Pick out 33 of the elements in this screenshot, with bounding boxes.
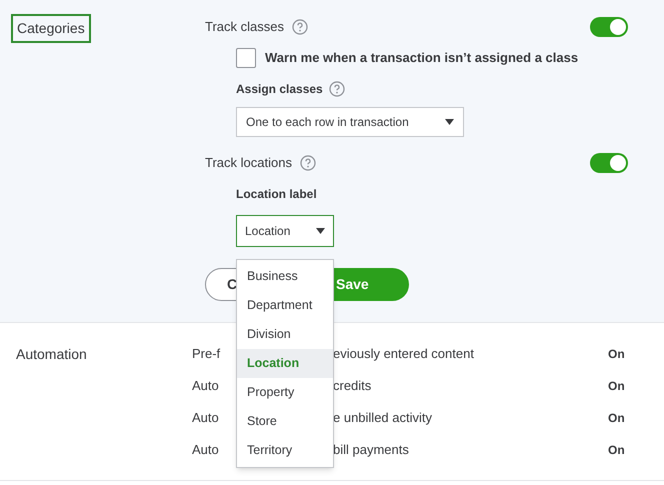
caret-icon: [445, 119, 454, 125]
setting-label: Auto: [192, 442, 219, 457]
dropdown-option[interactable]: Division: [237, 320, 333, 349]
toggle-switch[interactable]: [590, 153, 628, 173]
setting-label: eviously entered content: [333, 346, 474, 361]
setting-label: Auto: [192, 378, 219, 393]
checkbox[interactable]: [236, 48, 256, 68]
setting-label: credits: [333, 378, 372, 393]
section-title: Automation: [16, 346, 87, 362]
field-label: Assign classes: [236, 81, 323, 98]
toggle-switch[interactable]: [590, 17, 628, 37]
setting-label: Pre-f: [192, 346, 220, 361]
setting-label: Track classes: [205, 18, 284, 36]
assign-classes-dropdown[interactable]: One to each row in transaction: [236, 107, 464, 137]
dropdown-option[interactable]: Store: [237, 407, 333, 436]
setting-label: Auto: [192, 410, 219, 425]
location-label-dropdown[interactable]: Location: [236, 215, 334, 247]
help-icon[interactable]: [300, 155, 316, 171]
setting-value: On: [608, 410, 626, 426]
caret-icon: [316, 228, 325, 234]
setting-value: On: [608, 378, 626, 394]
dropdown-option[interactable]: Territory: [237, 436, 333, 465]
field-label: Location label: [236, 186, 318, 203]
section-title: Categories: [11, 14, 91, 43]
setting-value: On: [608, 442, 626, 458]
setting-label: Track locations: [205, 154, 292, 172]
setting-label: bill payments: [333, 442, 409, 457]
dropdown-option[interactable]: Property: [237, 378, 333, 407]
setting-value: On: [608, 346, 626, 362]
checkbox-label: Warn me when a transaction isn’t assigned a class: [265, 49, 578, 68]
dropdown-option[interactable]: Location: [237, 349, 333, 378]
help-icon[interactable]: [328, 81, 345, 97]
help-icon[interactable]: [292, 19, 308, 35]
